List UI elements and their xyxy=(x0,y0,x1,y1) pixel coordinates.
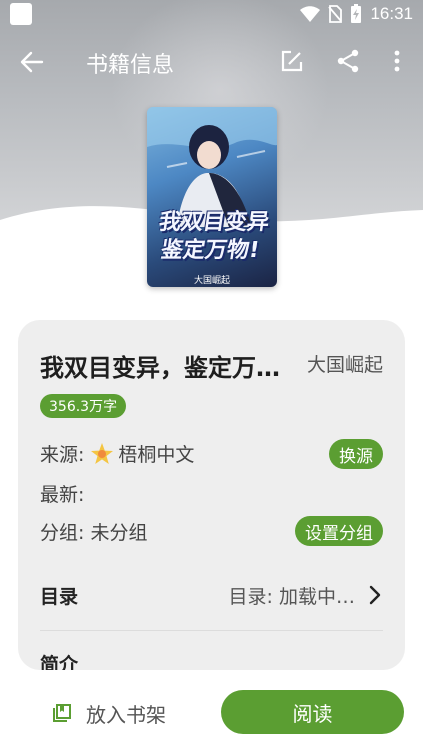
book-cover[interactable]: 我双目变异 鉴定万物! 大国崛起 xyxy=(147,107,277,287)
source-row: 来源: 梧桐中文 xyxy=(40,440,194,467)
add-to-shelf-button[interactable]: 放入书架 xyxy=(52,698,166,728)
add-to-shelf-label: 放入书架 xyxy=(86,702,166,727)
latest-chapter-label: 最新: xyxy=(40,484,85,506)
status-bar: 16:31 xyxy=(0,0,423,28)
catalog-status[interactable]: 目录: 加载中… xyxy=(229,582,355,609)
book-info-card: 我双目变异，鉴定万… 大国崛起 356.3万字 来源: 梧桐中文 换源 最新: … xyxy=(18,320,405,670)
divider xyxy=(40,630,383,631)
no-sim-icon xyxy=(328,5,343,23)
status-time: 16:31 xyxy=(370,4,413,23)
cover-title: 我双目变异 鉴定万物! xyxy=(157,210,271,263)
cover-author: 大国崛起 xyxy=(193,276,230,286)
wifi-icon xyxy=(300,6,321,22)
toolbar: 书籍信息 xyxy=(0,36,423,86)
more-vert-icon[interactable] xyxy=(384,48,410,74)
word-count-badge: 356.3万字 xyxy=(40,394,127,418)
book-author[interactable]: 大国崛起 xyxy=(307,350,383,377)
page-title: 书籍信息 xyxy=(86,53,175,78)
group-label: 分组: 未分组 xyxy=(40,522,148,544)
book-name: 我双目变异，鉴定万… xyxy=(40,354,280,382)
share-icon[interactable] xyxy=(335,48,361,74)
edit-icon[interactable] xyxy=(279,48,305,74)
change-source-button[interactable]: 换源 xyxy=(329,439,383,469)
read-button[interactable]: 阅读 xyxy=(221,690,404,734)
arrow-back-icon[interactable] xyxy=(18,48,46,76)
intro-label: 简介 xyxy=(40,654,79,670)
chevron-right-icon[interactable] xyxy=(365,583,385,607)
source-name[interactable]: 梧桐中文 xyxy=(118,440,194,467)
set-group-button[interactable]: 设置分组 xyxy=(295,516,383,546)
source-label: 来源: xyxy=(40,444,85,466)
bookshelf-icon xyxy=(53,704,71,722)
notification-icon xyxy=(10,3,32,25)
battery-icon xyxy=(351,4,362,23)
bottom-action-bar: 放入书架 阅读 xyxy=(0,672,423,752)
star-icon xyxy=(91,442,114,464)
catalog-label[interactable]: 目录 xyxy=(40,582,78,609)
